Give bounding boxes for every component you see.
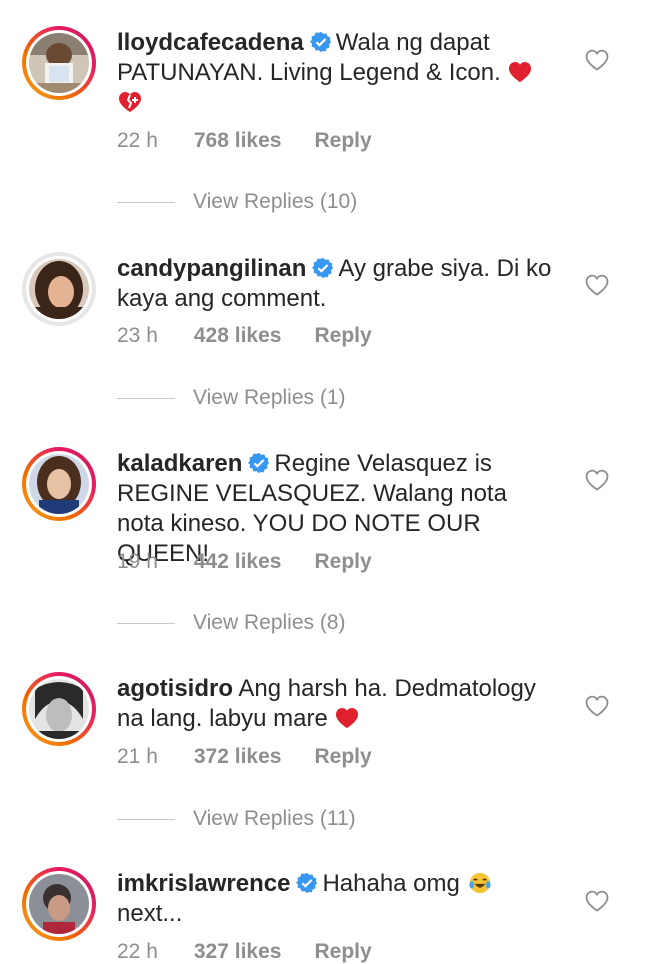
comment-meta: 21 h 372 likes Reply	[117, 745, 405, 769]
avatar	[29, 33, 89, 93]
avatar	[29, 259, 89, 319]
comment-text: imkrislawrence Hahaha omg next...	[117, 869, 557, 929]
comment-meta: 23 h 428 likes Reply	[117, 324, 405, 348]
likes-count[interactable]: 442 likes	[194, 550, 282, 574]
username[interactable]: candypangilinan	[117, 255, 306, 282]
username[interactable]: lloydcafecadena	[117, 29, 304, 56]
replies-divider	[117, 201, 175, 203]
reply-button[interactable]: Reply	[314, 324, 371, 348]
avatar-story-ring[interactable]	[22, 867, 96, 941]
view-replies-label[interactable]: View Replies (8)	[193, 611, 346, 634]
heart-like-icon[interactable]	[584, 694, 610, 718]
view-replies-button[interactable]: View Replies (1)	[117, 386, 346, 410]
view-replies-button[interactable]: View Replies (10)	[117, 190, 357, 214]
view-replies-button[interactable]: View Replies (11)	[117, 807, 356, 831]
comment-text: lloydcafecadena Wala ng dapat PATUNAYAN. …	[117, 28, 557, 118]
red-heart-icon	[509, 62, 532, 82]
likes-count[interactable]: 372 likes	[194, 745, 282, 769]
timestamp: 21 h	[117, 745, 158, 768]
avatar	[29, 454, 89, 514]
reply-button[interactable]: Reply	[314, 550, 371, 574]
comment-body-continued: next...	[117, 900, 183, 927]
view-replies-label[interactable]: View Replies (1)	[193, 386, 346, 409]
tears-of-joy-icon	[468, 872, 491, 894]
comment-text: agotisidro Ang harsh ha. Dedmatology na …	[117, 674, 557, 734]
heart-like-icon[interactable]	[584, 889, 610, 913]
comment-meta: 22 h 327 likes Reply	[117, 940, 405, 964]
timestamp: 23 h	[117, 324, 158, 347]
comment-meta: 19 h 442 likes Reply	[117, 550, 405, 574]
reply-button[interactable]: Reply	[314, 745, 371, 769]
avatar-story-ring[interactable]	[22, 447, 96, 521]
broken-heart-icon	[119, 92, 141, 112]
red-heart-icon	[336, 708, 359, 728]
avatar	[29, 679, 89, 739]
heart-like-icon[interactable]	[584, 468, 610, 492]
replies-divider	[117, 818, 175, 820]
reply-button[interactable]: Reply	[314, 940, 371, 964]
likes-count[interactable]: 327 likes	[194, 940, 282, 964]
avatar-ring[interactable]	[22, 252, 96, 326]
heart-like-icon[interactable]	[584, 273, 610, 297]
avatar-story-ring[interactable]	[22, 672, 96, 746]
verified-badge-icon	[248, 452, 270, 474]
view-replies-label[interactable]: View Replies (10)	[193, 190, 357, 213]
replies-divider	[117, 622, 175, 624]
avatar	[29, 874, 89, 934]
comment-meta: 22 h 768 likes Reply	[117, 129, 405, 153]
view-replies-button[interactable]: View Replies (8)	[117, 611, 346, 635]
verified-badge-icon	[312, 257, 334, 279]
timestamp: 22 h	[117, 940, 158, 963]
view-replies-label[interactable]: View Replies (11)	[193, 807, 356, 830]
comment-body: Hahaha omg	[322, 870, 460, 897]
username[interactable]: imkrislawrence	[117, 870, 290, 897]
username[interactable]: kaladkaren	[117, 450, 242, 477]
username[interactable]: agotisidro	[117, 675, 233, 702]
comment-text: candypangilinan Ay grabe siya. Di ko kaya…	[117, 254, 557, 314]
verified-badge-icon	[296, 872, 318, 894]
verified-badge-icon	[309, 31, 331, 53]
likes-count[interactable]: 428 likes	[194, 324, 282, 348]
replies-divider	[117, 397, 175, 399]
reply-button[interactable]: Reply	[314, 129, 371, 153]
timestamp: 22 h	[117, 129, 158, 152]
avatar-story-ring[interactable]	[22, 26, 96, 100]
timestamp: 19 h	[117, 550, 158, 573]
likes-count[interactable]: 768 likes	[194, 129, 282, 153]
heart-like-icon[interactable]	[584, 48, 610, 72]
